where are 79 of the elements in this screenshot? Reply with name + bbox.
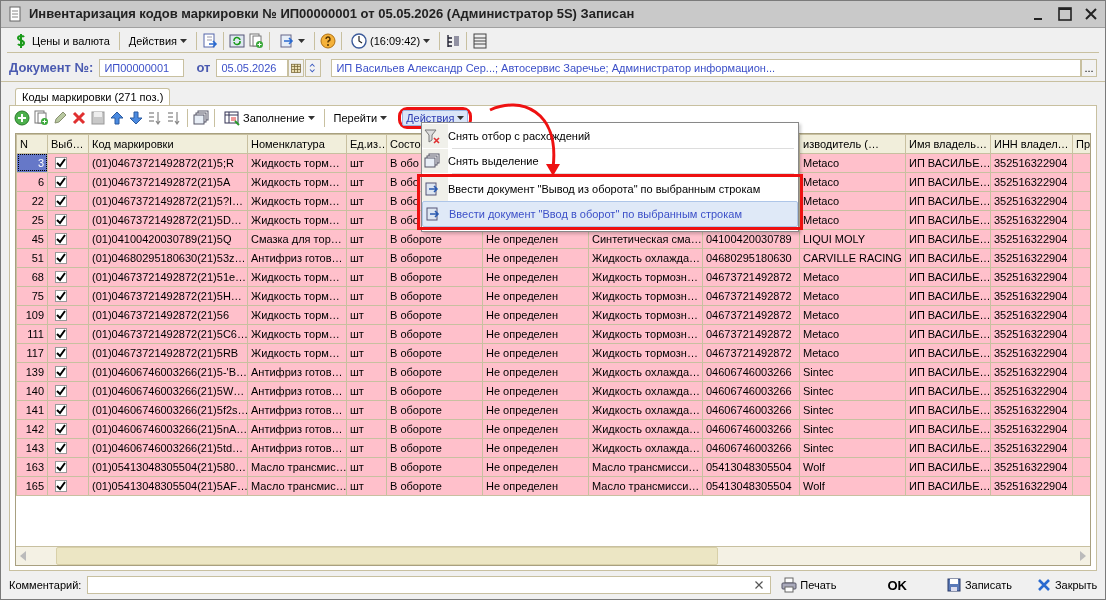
tab[interactable]: Коды маркировки (271 поз.) bbox=[15, 87, 171, 105]
calendar-button[interactable] bbox=[288, 58, 305, 77]
maximize-icon[interactable] bbox=[1057, 5, 1073, 22]
windows-icon bbox=[424, 153, 440, 169]
caret-icon bbox=[307, 115, 315, 120]
copy-add-icon[interactable] bbox=[33, 109, 49, 126]
save-icon bbox=[945, 577, 962, 594]
field-label: Документ №: bbox=[9, 60, 94, 76]
close-button[interactable]: Закрыть bbox=[1031, 575, 1102, 596]
windows-icon[interactable] bbox=[193, 109, 209, 126]
column-header[interactable]: Имя владель… bbox=[905, 134, 991, 154]
caret-icon bbox=[380, 115, 388, 120]
number-field[interactable]: ИП00000001 bbox=[99, 58, 185, 77]
actions-menu-button[interactable]: Действия bbox=[124, 32, 191, 49]
caret-icon bbox=[180, 38, 187, 43]
field-label: от bbox=[196, 60, 211, 76]
time-button[interactable]: (16:09:42) bbox=[347, 30, 435, 51]
checkbox[interactable] bbox=[55, 213, 67, 226]
date-field[interactable]: 05.05.2026 bbox=[216, 58, 289, 77]
checkbox[interactable] bbox=[55, 422, 67, 435]
checkbox[interactable] bbox=[55, 460, 67, 473]
column-header[interactable]: Выб… bbox=[47, 134, 89, 154]
field-label: Комментарий: bbox=[9, 579, 82, 592]
calendar-icon bbox=[290, 61, 303, 74]
checkbox[interactable] bbox=[55, 365, 67, 378]
list-icon[interactable] bbox=[472, 32, 489, 49]
prices-button[interactable]: Цены и валюта bbox=[9, 30, 114, 51]
tree-icon[interactable] bbox=[445, 32, 462, 49]
checkbox[interactable] bbox=[55, 175, 67, 188]
checkbox[interactable] bbox=[55, 270, 67, 283]
checkbox[interactable] bbox=[55, 327, 67, 340]
checkbox[interactable] bbox=[55, 479, 67, 492]
go-to-menu-button[interactable]: Перейти bbox=[329, 109, 392, 126]
arrow-document-icon bbox=[279, 32, 295, 49]
document-icon bbox=[7, 5, 23, 22]
checkbox[interactable] bbox=[55, 156, 67, 169]
add-icon[interactable] bbox=[14, 109, 30, 126]
refresh-icon[interactable] bbox=[229, 32, 245, 49]
checkbox[interactable] bbox=[55, 289, 67, 302]
spin-button[interactable] bbox=[305, 58, 322, 77]
actions-menu-button[interactable]: Действия bbox=[402, 109, 469, 126]
help-icon[interactable] bbox=[320, 32, 336, 49]
comment-field[interactable] bbox=[87, 576, 772, 595]
checkbox[interactable] bbox=[55, 194, 67, 207]
pencil-icon[interactable] bbox=[52, 109, 68, 126]
filter-remove-icon bbox=[424, 128, 440, 144]
column-header[interactable]: N bbox=[16, 134, 48, 154]
caret-icon bbox=[423, 38, 431, 43]
column-header[interactable]: Код маркировки bbox=[88, 134, 248, 154]
print-button[interactable]: Печать bbox=[777, 575, 841, 596]
checkbox[interactable] bbox=[55, 403, 67, 416]
down-arrow-icon[interactable] bbox=[128, 109, 144, 126]
checkbox[interactable] bbox=[55, 346, 67, 359]
copy-icon[interactable] bbox=[248, 32, 264, 49]
up-arrow-icon[interactable] bbox=[109, 109, 125, 126]
column-header[interactable]: ИНН владел… bbox=[990, 134, 1073, 154]
printer-icon bbox=[781, 577, 798, 594]
table-fill-icon bbox=[224, 109, 240, 126]
window-title: Инвентаризация кодов маркировки № ИП00000001 от 05.05.2026 (Администратор 5S) Записан bbox=[29, 6, 636, 22]
clock-icon bbox=[351, 32, 367, 49]
delete-icon[interactable] bbox=[71, 109, 87, 126]
sort-icon[interactable] bbox=[166, 109, 182, 126]
checkbox[interactable] bbox=[55, 441, 67, 454]
select-button[interactable]: ... bbox=[1081, 58, 1097, 77]
close-icon[interactable] bbox=[1083, 5, 1099, 22]
caret-icon bbox=[298, 38, 305, 43]
column-header[interactable]: Ед.из… bbox=[346, 134, 387, 154]
column-header[interactable]: Номенклатура bbox=[247, 134, 347, 154]
fill-menu-button[interactable]: Заполнение bbox=[220, 107, 319, 128]
save-button[interactable]: Записать bbox=[941, 575, 1016, 596]
column-header[interactable]: изводитель (… bbox=[799, 134, 906, 154]
checkbox[interactable] bbox=[55, 232, 67, 245]
menu-item[interactable]: Ввести документ "Ввод в оборот" по выбранным строкам bbox=[422, 201, 798, 227]
checkbox[interactable] bbox=[55, 251, 67, 264]
checkbox[interactable] bbox=[55, 308, 67, 321]
checkbox[interactable] bbox=[55, 384, 67, 397]
caret-icon bbox=[457, 115, 465, 120]
info-field[interactable]: ИП Васильев Александр Сер...; Автосервис Заречье; Администратор информацион... bbox=[331, 58, 1081, 77]
ok-button[interactable]: OK bbox=[868, 575, 926, 595]
